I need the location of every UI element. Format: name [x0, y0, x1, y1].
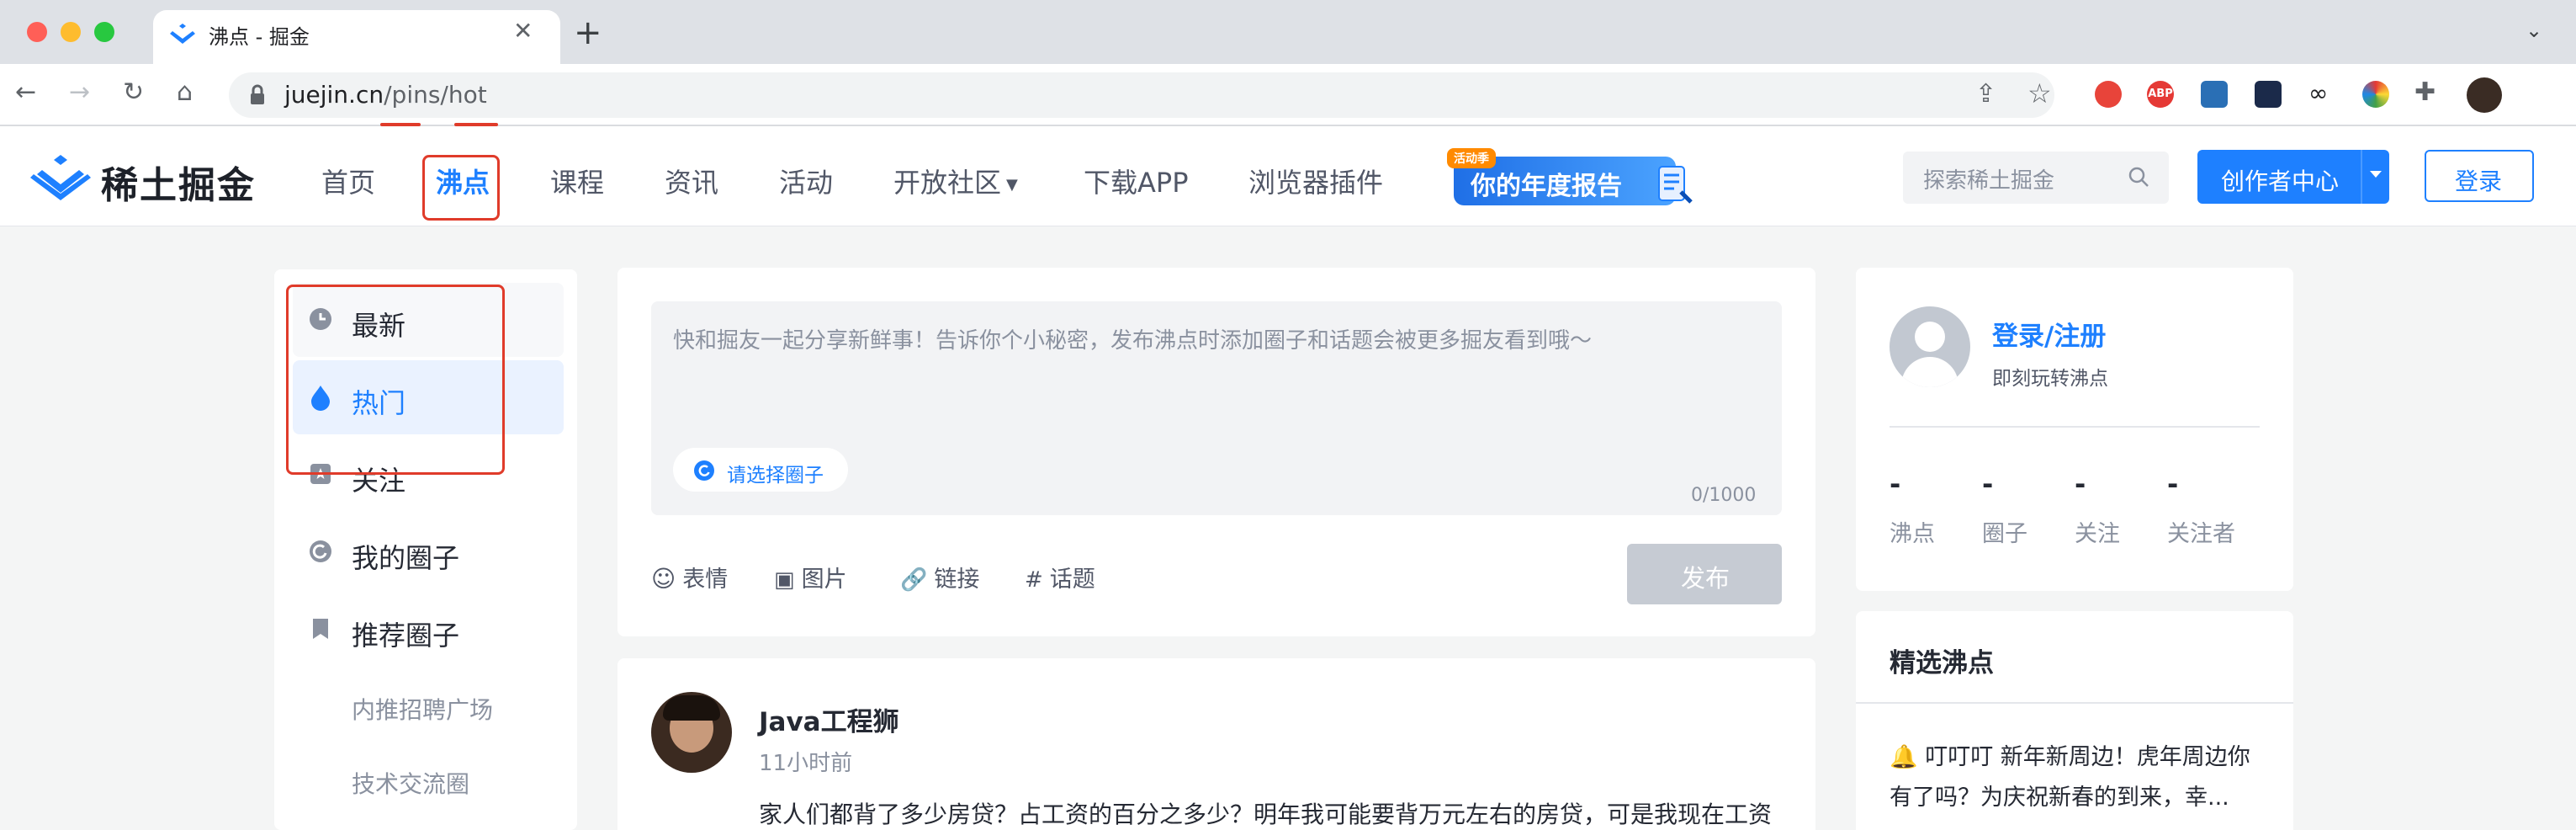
zoom-window-button[interactable] — [94, 22, 114, 42]
avatar-body — [1901, 357, 1959, 387]
tab-close-icon[interactable]: ✕ — [513, 17, 533, 45]
profile-avatar[interactable] — [2467, 77, 2502, 113]
nav-open-community[interactable]: 开放社区 ▼ — [893, 162, 1018, 200]
nav-download-app[interactable]: 下载APP — [1084, 162, 1189, 200]
topic-tool-label: 话题 — [1049, 567, 1095, 593]
pin-input-placeholder: 快和掘友一起分享新鲜事！告诉你个小秘密，发布沸点时添加圈子和话题会被更多掘友看到… — [673, 328, 1593, 354]
nav-news[interactable]: 资讯 — [665, 162, 718, 200]
puzzle-icon[interactable]: ✚ — [2414, 77, 2436, 107]
nav-events[interactable]: 活动 — [779, 162, 833, 200]
nav-browser-extension[interactable]: 浏览器插件 — [1248, 162, 1383, 200]
avatar-hair — [663, 695, 720, 721]
search-icon[interactable] — [2127, 165, 2150, 189]
color-picker-icon[interactable] — [2362, 81, 2389, 108]
divider — [1890, 426, 2260, 428]
nav-courses[interactable]: 课程 — [550, 162, 604, 200]
url-text[interactable]: juejin.cn/pins/hot — [284, 81, 487, 109]
image-tool[interactable]: ▣ 图片 — [774, 561, 847, 593]
creator-center-label: 创作者中心 — [2221, 168, 2340, 195]
featured-title: 精选沸点 — [1890, 648, 1994, 678]
divider — [1856, 702, 2293, 704]
link-tool-label: 链接 — [934, 567, 980, 593]
stat-followers-label[interactable]: 关注者 — [2167, 515, 2235, 548]
author-name[interactable]: Java工程狮 — [759, 700, 899, 738]
featured-pin-text[interactable]: 🔔 叮叮叮 新年新周边！虎年周边你有了吗？为庆祝新春的到来，幸... — [1890, 737, 2260, 818]
nav-home[interactable]: 首页 — [321, 162, 375, 200]
search-placeholder: 探索稀土掘金 — [1923, 168, 2055, 194]
juejin-favicon-icon — [170, 24, 195, 44]
login-subtitle: 即刻玩转沸点 — [1992, 368, 2108, 390]
emoji-tool-label: 表情 — [682, 567, 729, 593]
stat-circles-label[interactable]: 圈子 — [1982, 515, 2027, 548]
circle-icon — [310, 540, 331, 562]
report-document-icon — [1658, 166, 1693, 204]
bookmark-icon — [313, 619, 328, 639]
logo-text[interactable]: 稀土掘金 — [101, 155, 256, 209]
caret-down-icon: ▼ — [1006, 175, 1018, 194]
extension-icon-s[interactable] — [2201, 81, 2228, 108]
share-icon[interactable]: ⇪ — [1975, 79, 1996, 109]
minimize-window-button[interactable] — [61, 22, 81, 42]
bookmark-star-icon[interactable]: ☆ — [2027, 77, 2052, 109]
extension-icon-app[interactable] — [2255, 81, 2282, 108]
extension-icon-translate[interactable] — [2095, 81, 2122, 108]
sidebar-subitem-tech-circle[interactable]: 技术交流圈 — [352, 766, 469, 800]
login-button-label: 登录 — [2455, 168, 2503, 195]
emoji-tool[interactable]: ☺ 表情 — [651, 561, 728, 593]
new-tab-button[interactable]: + — [574, 13, 602, 52]
stat-pins-value: - — [1890, 468, 1901, 500]
sidebar-label-recommended-circles: 推荐圈子 — [352, 620, 460, 652]
creator-split-divider — [2361, 150, 2362, 204]
circle-select-icon — [694, 460, 714, 481]
image-icon: ▣ — [774, 567, 795, 593]
guest-avatar[interactable] — [1890, 306, 1970, 387]
tab-title: 沸点 - 掘金 — [209, 25, 310, 49]
smile-icon: ☺ — [651, 565, 676, 593]
stat-following-value: - — [2075, 468, 2086, 500]
adblock-icon[interactable]: ABP — [2147, 81, 2174, 108]
sidebar-label-my-circles: 我的圈子 — [352, 542, 460, 574]
sidebar-subitem-referral[interactable]: 内推招聘广场 — [352, 692, 493, 726]
annotation-box — [422, 155, 500, 221]
home-button[interactable]: ⌂ — [177, 77, 193, 107]
extension-link-icon[interactable]: ∞ — [2308, 79, 2328, 107]
stat-pins-label[interactable]: 沸点 — [1890, 515, 1935, 548]
lock-icon — [251, 84, 264, 104]
url-path: /pins/hot — [384, 81, 487, 109]
link-icon: 🔗 — [900, 567, 928, 593]
publish-button-label: 发布 — [1681, 564, 1731, 593]
juejin-logo-icon[interactable] — [30, 153, 91, 200]
avatar-head — [1915, 322, 1945, 352]
url-host: juejin.cn — [284, 81, 384, 109]
post-time: 11小时前 — [759, 751, 853, 776]
annual-report-banner[interactable]: 活动季 你的年度报告 — [1447, 148, 1696, 209]
select-circle-label: 请选择圈子 — [727, 465, 824, 487]
hashtag-icon: # — [1025, 567, 1043, 593]
forward-button[interactable]: → — [69, 77, 90, 107]
stat-followers-value: - — [2167, 468, 2179, 500]
author-avatar[interactable] — [651, 692, 732, 773]
stat-following-label[interactable]: 关注 — [2075, 515, 2120, 548]
address-bar[interactable] — [229, 72, 2054, 118]
close-window-button[interactable] — [27, 22, 47, 42]
image-tool-label: 图片 — [801, 567, 847, 593]
char-counter: 0/1000 — [1691, 485, 1757, 506]
post-content[interactable]: 家人们都背了多少房贷？占工资的百分之多少？明年我可能要背万元左右的房贷，可是我现… — [759, 796, 1772, 830]
banner-text: 你的年度报告 — [1471, 172, 1622, 201]
link-tool[interactable]: 🔗 链接 — [900, 561, 979, 593]
chevron-down-icon[interactable]: ⌄ — [2526, 19, 2542, 42]
topic-tool[interactable]: # 话题 — [1025, 561, 1095, 593]
back-button[interactable]: ← — [15, 77, 36, 107]
nav-open-community-label: 开放社区 — [893, 167, 1002, 199]
caret-down-icon[interactable] — [2367, 168, 2384, 180]
login-register-link[interactable]: 登录/注册 — [1992, 315, 2106, 353]
stat-circles-value: - — [1982, 468, 1994, 500]
annotation-box — [286, 285, 505, 475]
reload-button[interactable]: ↻ — [123, 77, 144, 107]
